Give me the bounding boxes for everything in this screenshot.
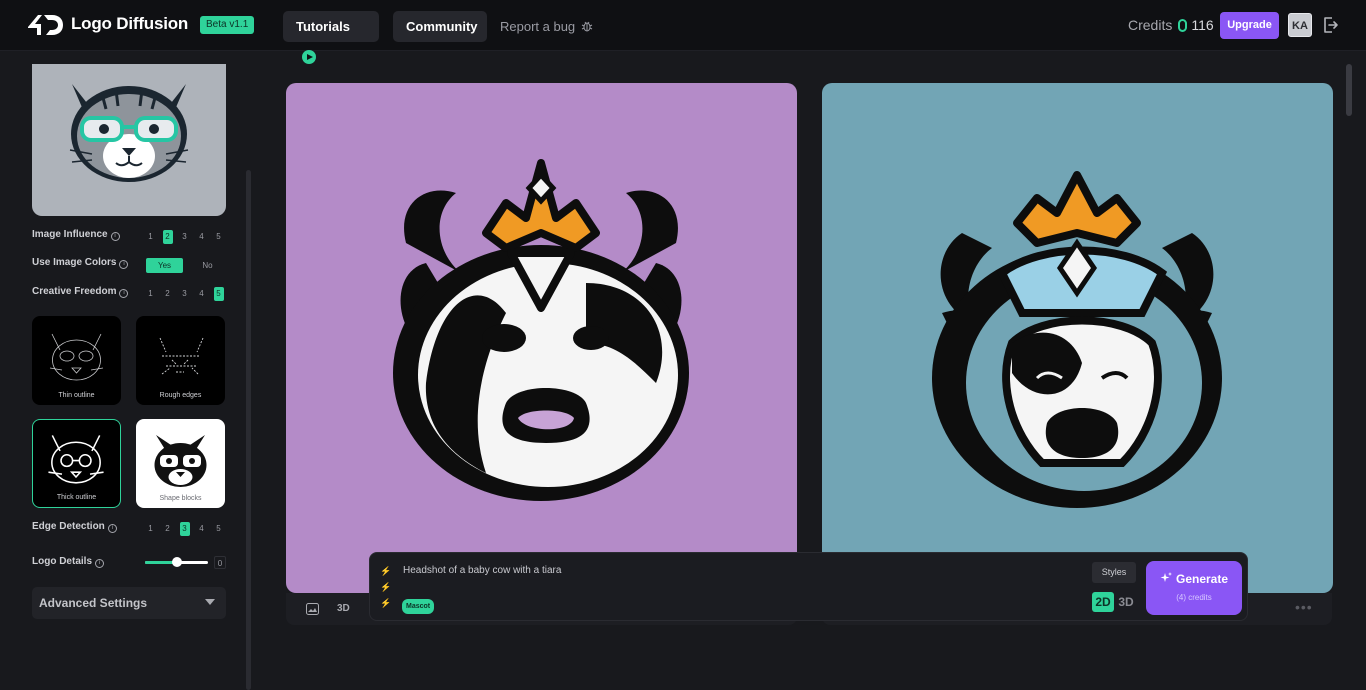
generate-text: Generate: [1175, 572, 1229, 586]
info-icon[interactable]: i: [95, 559, 105, 568]
info-icon[interactable]: i: [119, 260, 129, 269]
image-influence-option[interactable]: 2: [162, 230, 173, 244]
image-influence-text: Image Influence: [32, 229, 108, 240]
edge-detection-label: Edge Detection i: [32, 521, 117, 533]
report-bug-label: Report a bug: [500, 19, 576, 34]
style-caption: Thin outline: [58, 392, 95, 399]
style-tag[interactable]: Mascot: [402, 599, 435, 614]
credits-label: Credits: [1128, 17, 1173, 33]
edge-detection-option[interactable]: 1: [142, 522, 159, 536]
yes-option[interactable]: Yes: [146, 258, 183, 273]
tutorials-button[interactable]: Tutorials: [283, 11, 379, 64]
style-thin-outline[interactable]: Thin outline: [32, 316, 121, 405]
creative-freedom-text: Creative Freedom: [32, 286, 117, 297]
creative-freedom-label: Creative Freedom i: [32, 286, 129, 298]
style-thick-outline[interactable]: Thick outline: [32, 419, 121, 508]
credits-display: Credits 116: [1128, 17, 1214, 33]
advanced-settings-toggle[interactable]: Advanced Settings: [32, 587, 226, 619]
prompt-side-icons: ⚡ ⚡ ⚡: [380, 563, 391, 613]
sidebar: Image Influence i 1 2 3 4 5 Use Image Col…: [0, 52, 256, 690]
edge-detection-scale[interactable]: 1 2 3 4 5: [142, 522, 227, 536]
info-icon[interactable]: i: [107, 524, 117, 533]
styles-button[interactable]: Styles: [1092, 562, 1136, 583]
edge-detection-option[interactable]: 5: [210, 522, 227, 536]
more-options-icon[interactable]: •••: [1295, 599, 1313, 615]
bolt-icon[interactable]: ⚡: [380, 595, 391, 611]
edge-detection-text: Edge Detection: [32, 521, 105, 532]
logo-mark-icon[interactable]: [26, 13, 64, 37]
main-scrollbar[interactable]: [1346, 64, 1352, 116]
style-shape-blocks[interactable]: Shape blocks: [136, 419, 225, 508]
use-image-colors-toggle[interactable]: Yes No: [146, 258, 232, 273]
cat-with-glasses-image: [69, 84, 189, 182]
edge-detection-option[interactable]: 3: [179, 522, 190, 536]
sidebar-scrollbar[interactable]: [246, 170, 251, 690]
use-image-colors-text: Use Image Colors: [32, 257, 117, 268]
creative-freedom-option[interactable]: 4: [193, 287, 210, 301]
cow-with-tiara-image: [932, 171, 1222, 508]
reference-image[interactable]: [32, 64, 226, 216]
report-bug-link[interactable]: Report a bug: [500, 19, 593, 34]
creative-freedom-option[interactable]: 2: [159, 287, 176, 301]
edge-detection-option[interactable]: 4: [193, 522, 210, 536]
beta-badge: Beta v1.1: [200, 16, 255, 34]
advanced-settings-label: Advanced Settings: [39, 596, 148, 610]
avatar[interactable]: KA: [1288, 13, 1312, 37]
bug-icon: [581, 21, 593, 32]
style-rough-edges[interactable]: Rough edges: [136, 316, 225, 405]
image-influence-option[interactable]: 4: [193, 230, 210, 244]
mode-2d-button[interactable]: 2D: [1092, 592, 1114, 612]
creative-freedom-option[interactable]: 1: [142, 287, 159, 301]
image-influence-option[interactable]: 1: [142, 230, 159, 244]
info-icon[interactable]: i: [110, 232, 120, 241]
image-influence-option[interactable]: 5: [210, 230, 227, 244]
style-caption: Thick outline: [56, 494, 97, 501]
mode-3d-button[interactable]: 3D: [1116, 592, 1136, 612]
community-button[interactable]: Community: [393, 11, 487, 42]
creative-freedom-option[interactable]: 5: [213, 287, 224, 301]
image-influence-option[interactable]: 3: [176, 230, 193, 244]
image-influence-scale[interactable]: 1 2 3 4 5: [142, 230, 227, 244]
logo-details-value[interactable]: 0: [214, 556, 226, 569]
image-influence-label: Image Influence i: [32, 229, 120, 241]
style-caption: Rough edges: [159, 392, 202, 399]
credits-value: 116: [1191, 17, 1214, 33]
creative-freedom-scale[interactable]: 1 2 3 4 5: [142, 287, 227, 301]
coin-icon: [1178, 19, 1188, 32]
play-icon: [302, 50, 316, 64]
bolt-icon[interactable]: ⚡: [380, 579, 391, 595]
chevron-down-icon: [205, 599, 215, 605]
style-caption: Shape blocks: [159, 495, 202, 502]
top-bar: Logo Diffusion Beta v1.1 Tutorials Commu…: [0, 0, 1366, 64]
sparkle-icon: [1160, 572, 1172, 582]
no-option[interactable]: No: [189, 258, 226, 273]
generate-label: Generate: [1146, 572, 1242, 586]
logo-details-text: Logo Details: [32, 556, 93, 567]
logo-details-label: Logo Details i: [32, 556, 105, 568]
generate-button[interactable]: Generate (4) credits: [1146, 561, 1242, 615]
upgrade-button[interactable]: Upgrade: [1220, 12, 1279, 39]
logout-icon[interactable]: [1321, 15, 1339, 35]
tutorials-label: Tutorials: [296, 19, 350, 34]
generate-credits: (4) credits: [1176, 593, 1212, 602]
cow-with-tiara-image: [393, 159, 689, 501]
brand-name[interactable]: Logo Diffusion: [71, 14, 188, 34]
prompt-input[interactable]: Headshot of a baby cow with a tiara: [403, 565, 561, 576]
bolt-icon[interactable]: ⚡: [380, 563, 391, 579]
creative-freedom-option[interactable]: 3: [176, 287, 193, 301]
generated-logo-card[interactable]: [286, 83, 797, 593]
generated-logo-card[interactable]: [822, 83, 1333, 593]
use-image-colors-label: Use Image Colors i: [32, 257, 129, 269]
image-icon[interactable]: [306, 603, 319, 615]
view-3d-button[interactable]: 3D: [337, 603, 350, 614]
logo-details-slider-handle[interactable]: [172, 557, 182, 567]
info-icon[interactable]: i: [119, 289, 129, 298]
edge-detection-option[interactable]: 2: [159, 522, 176, 536]
